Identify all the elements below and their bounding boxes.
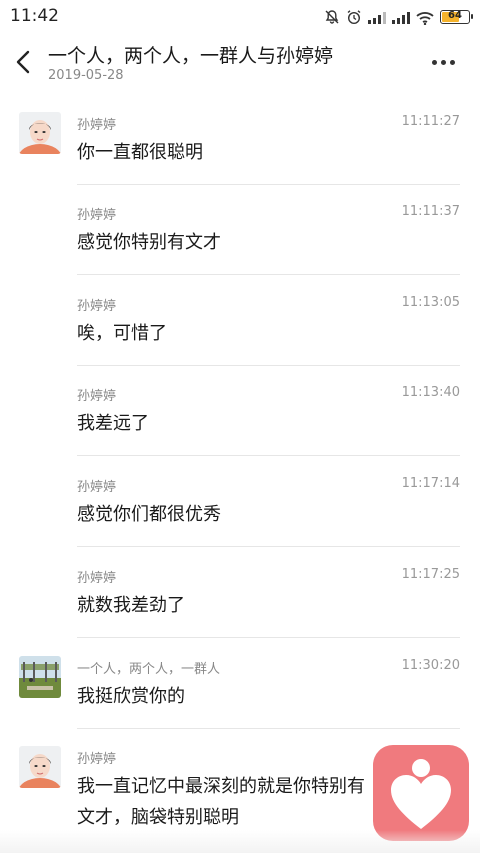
status-bar: 11:42 64 — [0, 0, 480, 34]
back-arrow-icon[interactable] — [12, 48, 36, 76]
sender-name: 孙婷婷 — [77, 299, 117, 314]
message-text: 感觉你特别有文才 — [77, 232, 221, 253]
battery-icon: 64 — [440, 10, 473, 24]
wifi-icon — [416, 10, 434, 26]
message-time: 11:30:20 — [401, 658, 460, 673]
sender-name: 孙婷婷 — [77, 480, 117, 495]
message-text: 感觉你们都很优秀 — [77, 504, 221, 525]
divider — [77, 274, 460, 275]
page-title: 一个人，两个人，一群人与孙婷婷 — [48, 45, 334, 67]
message-item[interactable]: 孙婷婷 11:11:27 你一直都很聪明 — [0, 110, 480, 200]
status-time: 11:42 — [10, 6, 59, 26]
sender-name: 孙婷婷 — [77, 571, 117, 586]
divider — [77, 637, 460, 638]
message-item[interactable]: 孙婷婷 11:13:05 唉，可惜了 — [0, 291, 480, 381]
message-text: 唉，可惜了 — [77, 323, 167, 344]
divider — [77, 546, 460, 547]
message-text: 就数我差劲了 — [77, 595, 185, 616]
status-icons: 64 — [324, 7, 473, 27]
sender-name: 孙婷婷 — [77, 752, 117, 767]
divider — [77, 728, 460, 729]
sender-name: 一个人，两个人，一群人 — [77, 662, 221, 677]
sender-name: 孙婷婷 — [77, 389, 117, 404]
message-time: 11:17:25 — [401, 567, 460, 582]
bottom-fade — [0, 830, 480, 853]
message-item[interactable]: 孙婷婷 11:13:40 我差远了 — [0, 381, 480, 471]
signal-icon-1 — [368, 10, 386, 24]
divider — [77, 184, 460, 185]
divider — [77, 365, 460, 366]
battery-level: 64 — [448, 10, 462, 21]
message-time: 11:13:40 — [401, 385, 460, 400]
avatar-sun-tingting[interactable] — [19, 746, 61, 788]
message-text: 我差远了 — [77, 413, 149, 434]
message-item[interactable]: 一个人，两个人，一群人 11:30:20 我挺欣赏你的 — [0, 654, 480, 744]
avatar-group-member[interactable] — [19, 656, 61, 698]
sender-name: 孙婷婷 — [77, 118, 117, 133]
sender-name: 孙婷婷 — [77, 208, 117, 223]
mute-bell-icon — [324, 9, 340, 25]
signal-icon-2 — [392, 10, 410, 24]
message-time: 11:11:37 — [401, 204, 460, 219]
message-item[interactable]: 孙婷婷 11:17:25 就数我差劲了 — [0, 563, 480, 653]
alarm-icon — [346, 9, 362, 25]
message-time: 11:13:05 — [401, 295, 460, 310]
divider — [77, 455, 460, 456]
message-time: 11:11:27 — [401, 114, 460, 129]
message-item[interactable]: 孙婷婷 11:17:14 感觉你们都很优秀 — [0, 472, 480, 562]
message-text: 我一直记忆中最深刻的就是你特别有文才，脑袋特别聪明 — [77, 776, 365, 828]
message-item[interactable]: 孙婷婷 11:11:37 感觉你特别有文才 — [0, 200, 480, 290]
avatar-sun-tingting[interactable] — [19, 112, 61, 154]
message-text: 你一直都很聪明 — [77, 142, 203, 163]
more-options-icon[interactable] — [432, 60, 456, 66]
heart-floating-button[interactable] — [373, 745, 469, 841]
chat-header: 一个人，两个人，一群人与孙婷婷 2019-05-28 — [0, 34, 480, 94]
message-text: 我挺欣赏你的 — [77, 686, 185, 707]
message-time: 11:17:14 — [401, 476, 460, 491]
chat-date: 2019-05-28 — [48, 68, 124, 83]
